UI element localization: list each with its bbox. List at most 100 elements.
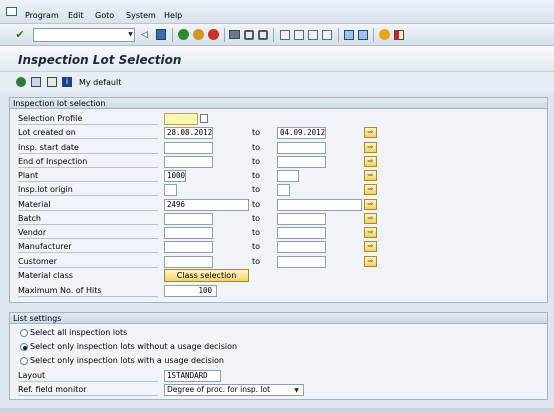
menu-system[interactable]: System bbox=[126, 11, 156, 20]
menu-help[interactable]: Help bbox=[164, 11, 182, 20]
lot-origin-to-input[interactable] bbox=[277, 184, 290, 196]
lot-created-from-input[interactable]: 28.08.2012 bbox=[164, 127, 213, 139]
lot-created-to-input[interactable]: 04.09.2012 bbox=[277, 127, 326, 139]
multiple-selection-material-button[interactable]: ⇨ bbox=[364, 199, 377, 210]
radio-all-lots-label[interactable]: Select all inspection lots bbox=[30, 327, 127, 339]
shortcut-icon[interactable] bbox=[358, 30, 368, 40]
label-selection-profile: Selection Profile bbox=[18, 113, 158, 125]
radio-without-usage-decision[interactable] bbox=[20, 343, 28, 351]
sap-window-icon[interactable] bbox=[6, 7, 17, 16]
multiple-selection-vendor-button[interactable]: ⇨ bbox=[364, 227, 377, 238]
label-plant: Plant bbox=[18, 170, 158, 182]
multiple-selection-manufacturer-button[interactable]: ⇨ bbox=[364, 241, 377, 252]
end-insp-to-input[interactable] bbox=[277, 156, 326, 168]
max-hits-input[interactable]: 100 bbox=[164, 285, 217, 297]
back-nav-icon[interactable] bbox=[178, 29, 189, 40]
menu-edit[interactable]: Edit bbox=[68, 11, 84, 20]
label-insp-lot-origin: Insp.lot origin bbox=[18, 184, 158, 196]
label-vendor: Vendor bbox=[18, 227, 158, 239]
layout-input[interactable]: 1STANDARD bbox=[164, 370, 221, 382]
ref-field-monitor-select[interactable]: Degree of proc. for insp. lot bbox=[164, 384, 304, 396]
manufacturer-from-input[interactable] bbox=[164, 241, 213, 253]
selection-profile-f4-icon[interactable] bbox=[200, 114, 208, 123]
batch-from-input[interactable] bbox=[164, 213, 213, 225]
lot-origin-from-input[interactable] bbox=[164, 184, 177, 196]
plant-to-input[interactable] bbox=[277, 170, 299, 182]
label-material: Material bbox=[18, 199, 158, 211]
help-icon[interactable] bbox=[379, 29, 390, 40]
last-page-icon[interactable] bbox=[322, 30, 332, 40]
to-label: to bbox=[252, 157, 261, 166]
command-field[interactable] bbox=[33, 28, 135, 42]
to-label: to bbox=[252, 171, 261, 180]
multiple-selection-lot-origin-button[interactable]: ⇨ bbox=[364, 184, 377, 195]
label-manufacturer: Manufacturer bbox=[18, 241, 158, 253]
radio-with-usage-decision[interactable] bbox=[20, 357, 28, 365]
class-selection-button[interactable]: Class selection bbox=[164, 269, 249, 282]
to-label: to bbox=[252, 242, 261, 251]
menu-goto[interactable]: Goto bbox=[95, 11, 114, 20]
toolbar-separator bbox=[373, 28, 374, 42]
multiple-selection-insp-start-button[interactable]: ⇨ bbox=[364, 142, 377, 153]
cancel-icon[interactable] bbox=[208, 29, 219, 40]
toolbar-separator bbox=[273, 28, 274, 42]
batch-to-input[interactable] bbox=[277, 213, 326, 225]
selection-profile-input[interactable] bbox=[164, 113, 198, 125]
back-icon[interactable]: ◁ bbox=[141, 29, 149, 41]
insp-start-to-input[interactable] bbox=[277, 142, 326, 154]
vendor-to-input[interactable] bbox=[277, 227, 326, 239]
customer-to-input[interactable] bbox=[277, 256, 326, 268]
label-ref-field-monitor: Ref. field monitor bbox=[18, 384, 158, 396]
find-icon[interactable] bbox=[244, 30, 254, 40]
label-lot-created-on: Lot created on bbox=[18, 127, 158, 139]
enter-icon[interactable]: ✔ bbox=[14, 29, 26, 41]
multiple-selection-customer-button[interactable]: ⇨ bbox=[364, 256, 377, 267]
multiple-selection-plant-button[interactable]: ⇨ bbox=[364, 170, 377, 181]
label-batch: Batch bbox=[18, 213, 158, 225]
material-from-input[interactable]: 2496 bbox=[164, 199, 249, 211]
label-end-of-inspection: End of Inspection bbox=[18, 156, 158, 168]
plant-from-input[interactable]: 1000 bbox=[164, 170, 186, 182]
prev-page-icon[interactable] bbox=[294, 30, 304, 40]
insp-start-from-input[interactable] bbox=[164, 142, 213, 154]
end-insp-from-input[interactable] bbox=[164, 156, 213, 168]
next-page-icon[interactable] bbox=[308, 30, 318, 40]
radio-without-usage-decision-label[interactable]: Select only inspection lots without a us… bbox=[30, 341, 237, 353]
toolbar-separator bbox=[172, 28, 173, 42]
ref-field-monitor-value: Degree of proc. for insp. lot bbox=[167, 385, 271, 394]
exit-icon[interactable] bbox=[193, 29, 204, 40]
command-dropdown-arrow[interactable]: ▼ bbox=[126, 30, 135, 40]
my-default-link[interactable]: My default bbox=[79, 77, 121, 89]
first-page-icon[interactable] bbox=[280, 30, 290, 40]
toolbar-separator bbox=[338, 28, 339, 42]
selection-options-icon[interactable] bbox=[47, 77, 57, 87]
to-label: to bbox=[252, 128, 261, 137]
label-insp-start-date: Insp. start date bbox=[18, 142, 158, 154]
multiple-selection-batch-button[interactable]: ⇨ bbox=[364, 213, 377, 224]
manufacturer-to-input[interactable] bbox=[277, 241, 326, 253]
to-label: to bbox=[252, 228, 261, 237]
to-label: to bbox=[252, 214, 261, 223]
radio-with-usage-decision-label[interactable]: Select only inspection lots with a usage… bbox=[30, 355, 224, 367]
label-layout: Layout bbox=[18, 370, 158, 382]
lot-selection-group-title: Inspection lot selection bbox=[10, 98, 547, 109]
to-label: to bbox=[252, 185, 261, 194]
print-icon[interactable] bbox=[229, 30, 240, 39]
label-material-class: Material class bbox=[18, 271, 73, 280]
save-icon[interactable] bbox=[156, 29, 166, 40]
get-variant-icon[interactable] bbox=[31, 77, 41, 87]
execute-icon[interactable] bbox=[16, 77, 26, 87]
material-to-input[interactable] bbox=[277, 199, 362, 211]
toolbar-separator bbox=[224, 28, 225, 42]
new-session-icon[interactable] bbox=[344, 30, 354, 40]
menu-program[interactable]: Program bbox=[25, 11, 59, 20]
info-icon[interactable]: i bbox=[62, 77, 72, 87]
find-next-icon[interactable] bbox=[258, 30, 268, 40]
customer-from-input[interactable] bbox=[164, 256, 213, 268]
vendor-from-input[interactable] bbox=[164, 227, 213, 239]
chevron-down-icon[interactable]: ▼ bbox=[292, 386, 301, 395]
radio-all-lots[interactable] bbox=[20, 329, 28, 337]
multiple-selection-end-insp-button[interactable]: ⇨ bbox=[364, 156, 377, 167]
layout-icon[interactable] bbox=[394, 30, 404, 40]
multiple-selection-lot-created-button[interactable]: ⇨ bbox=[364, 127, 377, 138]
